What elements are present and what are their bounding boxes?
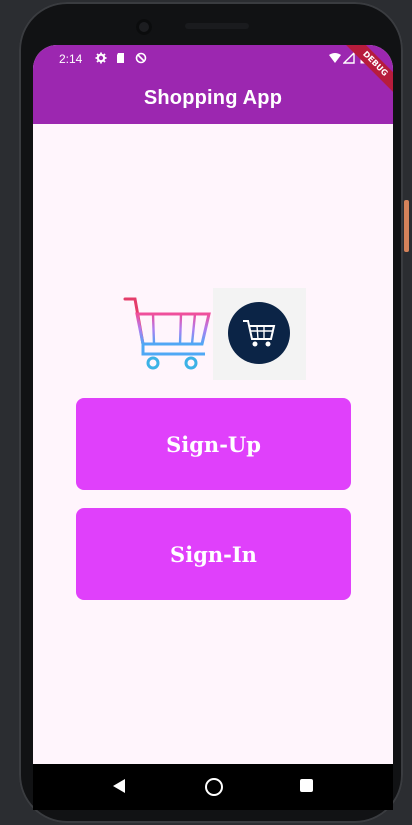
logo-row — [123, 288, 306, 380]
system-nav-bar — [33, 764, 393, 810]
gear-icon — [95, 52, 107, 64]
sd-card-icon — [115, 52, 127, 64]
app-bar: Shopping App — [33, 73, 393, 124]
sign-in-button[interactable]: Sign-In — [76, 508, 351, 600]
sign-up-button[interactable]: Sign-Up — [76, 398, 351, 490]
signal-icon — [342, 51, 355, 64]
power-button[interactable] — [404, 200, 409, 252]
sign-up-label: Sign-Up — [166, 431, 261, 457]
status-time: 2:14 — [59, 52, 83, 66]
earpiece-speaker — [185, 23, 249, 29]
dark-circle-cart-logo — [228, 302, 290, 364]
dark-cart-logo-tile — [213, 288, 306, 380]
wifi-icon — [329, 52, 341, 64]
shopping-cart-logo — [123, 294, 211, 374]
back-icon[interactable] — [113, 779, 125, 793]
recents-icon[interactable] — [300, 779, 313, 792]
home-icon[interactable] — [205, 778, 223, 796]
status-bar: 2:14 — [33, 45, 393, 73]
app-screen: 2:14 Shopping App DEBUG Sign-Up Sign-In — [33, 45, 393, 810]
app-title: Shopping App — [143, 87, 283, 109]
front-camera — [136, 19, 152, 35]
sign-in-label: Sign-In — [170, 541, 257, 567]
data-saver-icon — [135, 52, 147, 64]
